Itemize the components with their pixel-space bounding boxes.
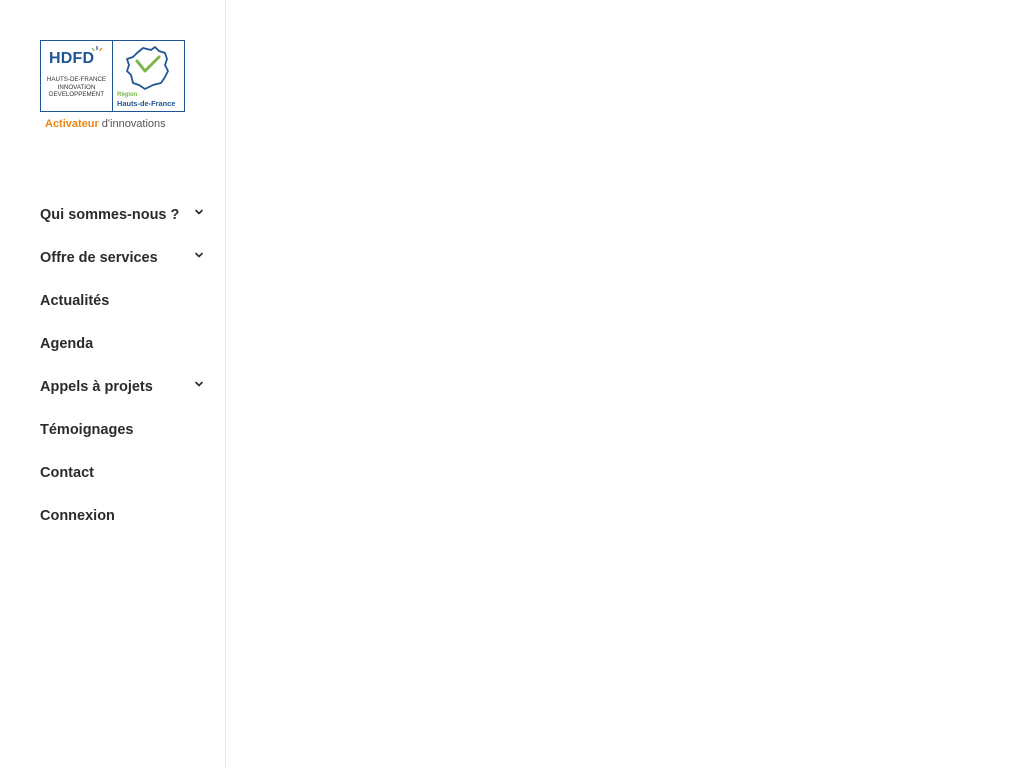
site-logo-link[interactable]: HDFD HAUTS-DE-FRANCE INNOVATION DEVELOPP… [40,40,185,135]
nav-item-label: Agenda [40,335,94,352]
tagline-strong: Activateur [45,118,99,130]
chevron-down-icon[interactable] [194,379,204,389]
france-map-icon [126,46,169,90]
main-content [227,0,1032,768]
nav-item-temoignages[interactable]: Témoignages [40,408,210,451]
region-name: Hauts-de-France [117,99,176,108]
hdfd-subtitle: HAUTS-DE-FRANCE INNOVATION DEVELOPPEMENT [44,76,109,99]
nav-item-label: Actualités [40,292,110,309]
nav-item-agenda[interactable]: Agenda [40,322,210,365]
nav-item-label: Qui sommes-nous ? [40,206,180,223]
spark-icon [91,46,103,52]
subtitle-line: INNOVATION [57,83,96,91]
subtitle-line: HAUTS-DE-FRANCE [46,76,107,83]
nav-item-actualites[interactable]: Actualités [40,279,210,322]
hdfd-logo: HDFD HAUTS-DE-FRANCE INNOVATION DEVELOPP… [41,41,113,111]
nav-item-connexion[interactable]: Connexion [40,494,210,537]
region-logo: Région Hauts-de-France [113,41,184,111]
nav-item-label: Contact [40,464,94,481]
nav-item-contact[interactable]: Contact [40,451,210,494]
hdfd-wordmark: HDFD [49,50,95,67]
chevron-down-icon[interactable] [194,207,204,217]
logo-box: HDFD HAUTS-DE-FRANCE INNOVATION DEVELOPP… [40,40,185,112]
nav-item-qui-sommes-nous[interactable]: Qui sommes-nous ? [40,193,210,236]
nav-item-offre-de-services[interactable]: Offre de services [40,236,210,279]
nav-item-label: Offre de services [40,249,158,266]
tagline-rest: d'innovations [101,118,166,130]
main-nav: Qui sommes-nous ? Offre de services Actu… [40,193,210,537]
logo-tagline: Activateur d'innovations [45,118,166,130]
sidebar: HDFD HAUTS-DE-FRANCE INNOVATION DEVELOPP… [0,0,226,768]
nav-item-label: Témoignages [40,421,134,438]
nav-item-label: Appels à projets [40,378,153,395]
nav-item-appels-a-projets[interactable]: Appels à projets [40,365,210,408]
page: HDFD HAUTS-DE-FRANCE INNOVATION DEVELOPP… [0,0,1032,768]
chevron-down-icon[interactable] [194,250,204,260]
region-label: Région [117,92,138,98]
subtitle-line: DEVELOPPEMENT [48,91,104,99]
nav-item-label: Connexion [40,507,115,524]
